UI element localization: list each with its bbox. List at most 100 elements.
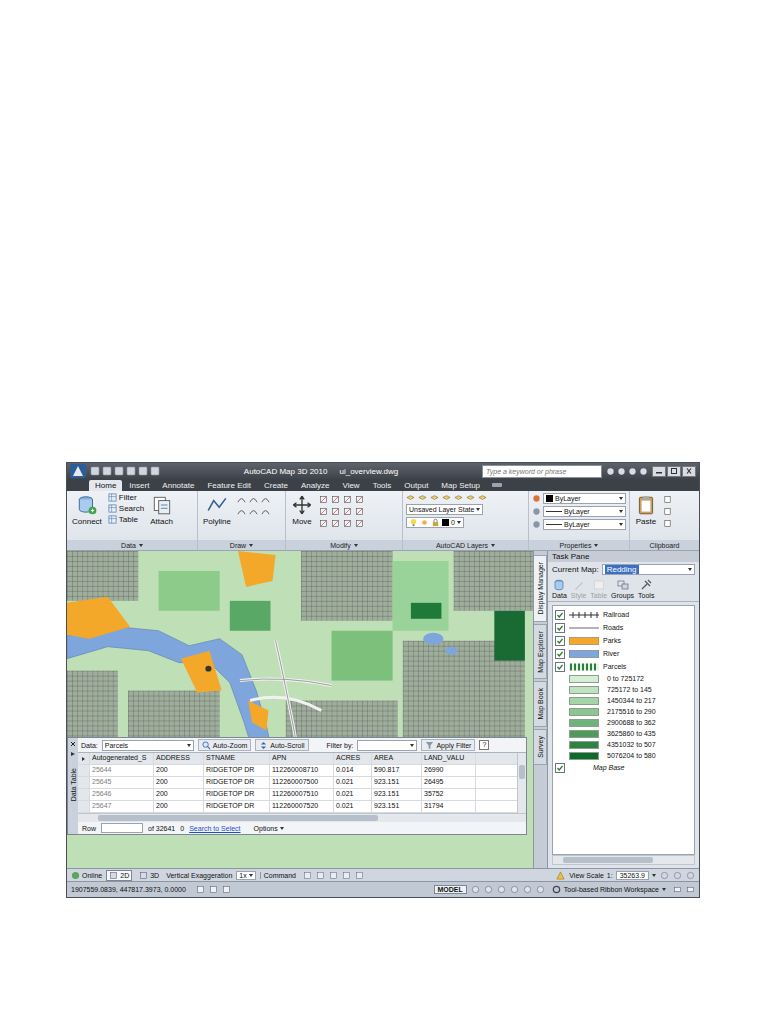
layer-state-dropdown[interactable]: Unsaved Layer State (406, 504, 483, 515)
display-manager-tool[interactable]: Tools (638, 579, 654, 599)
table-cell[interactable]: 923.151 (372, 777, 422, 788)
property-dropdown[interactable]: ByLayer (543, 519, 626, 530)
navigation-tool-icon[interactable] (484, 885, 493, 894)
table-cell[interactable]: 25647 (90, 801, 154, 812)
data-source-dropdown[interactable]: Parcels (102, 740, 194, 751)
quick-access-icon[interactable] (126, 466, 136, 476)
help-button[interactable]: ? (479, 740, 489, 750)
data-tool-button[interactable]: Search (108, 504, 144, 513)
command-field[interactable]: Command (260, 872, 299, 879)
navigation-tool-icon[interactable] (523, 885, 532, 894)
info-center-icon[interactable] (617, 467, 626, 476)
ribbon-tab[interactable]: Tools (367, 480, 398, 491)
table-cell[interactable]: 26495 (422, 777, 476, 788)
modify-tool-icon[interactable] (343, 519, 352, 528)
table-cell[interactable]: 112260007510 (270, 789, 334, 800)
current-map-dropdown[interactable]: Redding (602, 564, 695, 575)
scroll-thumb[interactable] (519, 765, 525, 779)
drafting-setting-icon[interactable] (222, 885, 231, 894)
display-manager-tool[interactable]: Data (552, 579, 567, 599)
status-tool-icon[interactable] (342, 871, 351, 880)
layer-dropdown[interactable]: 0 (406, 517, 464, 528)
scroll-thumb[interactable] (563, 857, 653, 863)
table-cell[interactable]: 25646 (90, 789, 154, 800)
exaggeration-dropdown[interactable]: 1x (236, 871, 255, 880)
modify-tool-icon[interactable] (319, 519, 328, 528)
task-pane-tab[interactable]: Survey (534, 729, 547, 765)
column-header[interactable]: ADDRESS (154, 753, 204, 764)
table-cell[interactable]: 200 (154, 777, 204, 788)
data-tool-button[interactable]: Table (108, 515, 144, 524)
table-cell[interactable]: 923.151 (372, 801, 422, 812)
model-space-button[interactable]: MODEL (434, 885, 467, 894)
info-center-icon[interactable] (606, 467, 615, 476)
ribbon-tab[interactable]: Feature Edit (201, 480, 257, 491)
table-cell[interactable]: RIDGETOP DR (204, 765, 270, 776)
table-cell[interactable]: 112260007500 (270, 777, 334, 788)
close-icon[interactable] (69, 740, 77, 748)
workspace-switcher[interactable]: Tool-based Ribbon Workspace (549, 885, 669, 894)
layer-row[interactable]: Map Base (555, 762, 692, 773)
task-pane-tab[interactable]: Map Book (534, 681, 547, 727)
table-cell[interactable]: 0.014 (334, 765, 372, 776)
column-header[interactable]: APN (270, 753, 334, 764)
row-header-cell[interactable] (78, 765, 90, 776)
status-tool-icon[interactable] (303, 871, 312, 880)
draw-tool-icon[interactable] (249, 507, 258, 516)
scroll-thumb[interactable] (98, 815, 378, 821)
table-cell[interactable]: RIDGETOP DR (204, 777, 270, 788)
table-cell[interactable]: 31794 (422, 801, 476, 812)
horizontal-scrollbar[interactable] (78, 813, 526, 822)
ribbon-tab[interactable]: Map Setup (435, 480, 486, 491)
panel-title[interactable]: Modify (286, 540, 402, 550)
table-cell[interactable]: 923.151 (372, 789, 422, 800)
auto-hide-icon[interactable] (69, 750, 77, 758)
info-center-icon[interactable] (628, 467, 637, 476)
layer-checkbox[interactable] (555, 610, 565, 620)
layer-checkbox[interactable] (555, 636, 565, 646)
column-header[interactable]: AREA (372, 753, 422, 764)
table-row[interactable]: 25647200RIDGETOP DR1122600075200.021923.… (78, 801, 517, 813)
draw-tool-icon[interactable] (249, 495, 258, 504)
search-field[interactable]: Type a keyword or phrase (482, 465, 602, 478)
draw-tool-icon[interactable] (261, 495, 270, 504)
quick-access-icon[interactable] (102, 466, 112, 476)
layer-checkbox[interactable] (555, 623, 565, 633)
clipboard-tool-icon[interactable] (663, 507, 672, 516)
table-cell[interactable]: 0.021 (334, 789, 372, 800)
polyline-button[interactable]: Polyline (201, 493, 233, 527)
navigation-tool-icon[interactable] (471, 885, 480, 894)
options-button[interactable]: Options (254, 825, 284, 832)
table-cell[interactable]: 26990 (422, 765, 476, 776)
property-dropdown[interactable]: ByLayer (543, 493, 626, 504)
filter-dropdown[interactable] (357, 740, 417, 751)
table-cell[interactable]: 25644 (90, 765, 154, 776)
modify-tool-icon[interactable] (319, 507, 328, 516)
search-to-select-link[interactable]: Search to Select (189, 825, 240, 832)
draw-tool-icon[interactable] (237, 495, 246, 504)
table-cell[interactable]: 112260007520 (270, 801, 334, 812)
layer-tool-icon[interactable] (454, 493, 463, 502)
layer-row[interactable]: River (555, 648, 692, 659)
ribbon-tab[interactable]: Analyze (295, 480, 335, 491)
horizontal-scrollbar[interactable] (552, 855, 695, 865)
status-tool-icon[interactable] (686, 871, 695, 880)
table-row[interactable]: 25644200RIDGETOP DR1122600087100.014590.… (78, 765, 517, 777)
minimize-button[interactable] (652, 466, 666, 477)
status-tool-icon[interactable] (329, 871, 338, 880)
status-tool-icon[interactable] (355, 871, 364, 880)
ribbon-tab[interactable]: Insert (123, 480, 155, 491)
layer-checkbox[interactable] (555, 649, 565, 659)
modify-tool-icon[interactable] (355, 519, 364, 528)
quick-access-icon[interactable] (138, 466, 148, 476)
modify-tool-icon[interactable] (343, 495, 352, 504)
layer-tool-icon[interactable] (406, 493, 415, 502)
layer-row[interactable]: Railroad (555, 609, 692, 620)
drafting-setting-icon[interactable] (209, 885, 218, 894)
table-row[interactable]: 25645200RIDGETOP DR1122600075000.021923.… (78, 777, 517, 789)
paste-button[interactable]: Paste (633, 493, 659, 527)
column-header[interactable]: LAND_VALU (422, 753, 476, 764)
table-cell[interactable]: 0.021 (334, 801, 372, 812)
panel-title[interactable]: AutoCAD Layers (403, 540, 528, 550)
table-cell[interactable]: RIDGETOP DR (204, 801, 270, 812)
